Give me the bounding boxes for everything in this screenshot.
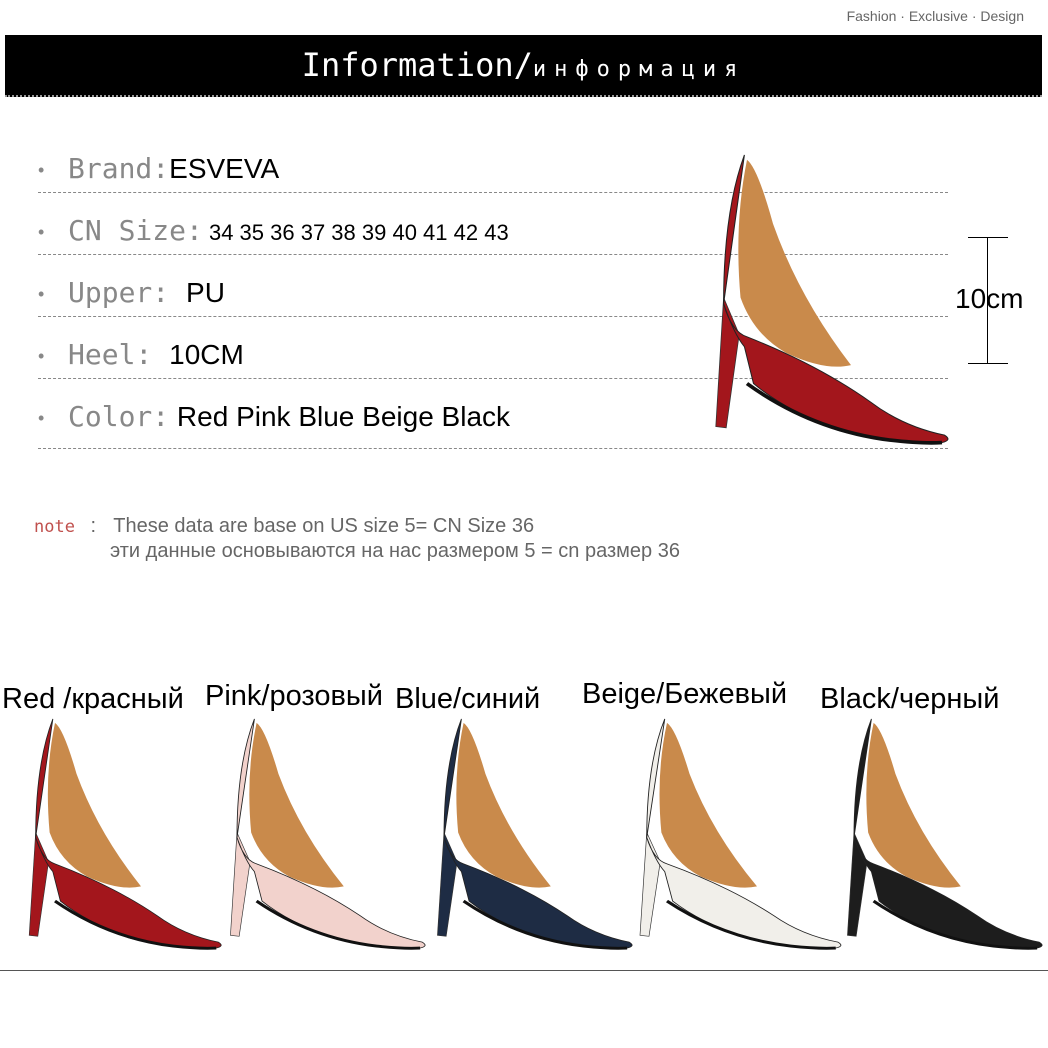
bullet-icon: • — [38, 160, 45, 180]
shoe-lining — [456, 722, 551, 888]
hero-shoe-image — [715, 154, 949, 445]
shoe-lining — [47, 722, 142, 888]
shoe-black — [847, 718, 1043, 950]
header-title-ru: информация — [532, 57, 746, 82]
color-label-pink: Pink/розовый — [205, 680, 383, 712]
info-header: Information/информация — [5, 35, 1042, 97]
spec-label: Color: — [68, 400, 170, 433]
shoe-lining — [866, 722, 961, 888]
spec-value: 34 35 36 37 38 39 40 41 42 43 — [202, 220, 509, 245]
shoe-pink — [230, 718, 426, 950]
header-title-en: Information/ — [301, 46, 533, 84]
shoe-beige — [639, 718, 842, 950]
shoe-heel — [28, 832, 49, 937]
shoe-red — [28, 718, 222, 950]
shoe-lining — [249, 722, 344, 888]
bullet-icon: • — [38, 408, 45, 428]
spec-value: ESVEVA — [169, 153, 280, 184]
color-label-blue: Blue/синий — [395, 683, 541, 715]
color-label-red: Red /красный — [2, 683, 184, 715]
note-line-2: эти данные основываются на нас размером … — [110, 540, 680, 562]
shoe-lining — [738, 159, 851, 367]
shoe-heel — [230, 832, 251, 937]
bullet-icon: • — [38, 346, 45, 366]
shoe-blue — [437, 718, 633, 950]
spec-value: Red Pink Blue Beige Black — [169, 401, 511, 432]
bullet-icon: • — [38, 284, 45, 304]
note-line-1: These data are base on US size 5= CN Siz… — [113, 515, 535, 537]
note-tag: note — [34, 517, 75, 537]
spec-label: Upper: — [68, 276, 187, 309]
divider — [0, 970, 1048, 971]
spec-value: PU — [186, 277, 225, 308]
spec-label: Heel: — [68, 338, 170, 371]
tagline: Fashion · Exclusive · Design — [846, 8, 1024, 24]
bullet-icon: • — [38, 222, 45, 242]
color-label-black: Black/черный — [820, 683, 1000, 715]
shoe-heel — [715, 297, 740, 429]
spec-label: Brand: — [68, 152, 170, 185]
heel-height-label: 10cm — [955, 283, 1024, 314]
shoe-lining — [659, 722, 757, 888]
shoe-heel — [639, 832, 661, 937]
spec-value: 10CM — [169, 339, 244, 370]
shoe-heel — [437, 832, 458, 937]
size-note: note : These data are base on US size 5=… — [34, 515, 680, 562]
color-label-beige: Beige/Бежевый — [582, 678, 788, 710]
shoe-heel — [847, 832, 868, 937]
spec-label: CN Size: — [68, 214, 203, 247]
